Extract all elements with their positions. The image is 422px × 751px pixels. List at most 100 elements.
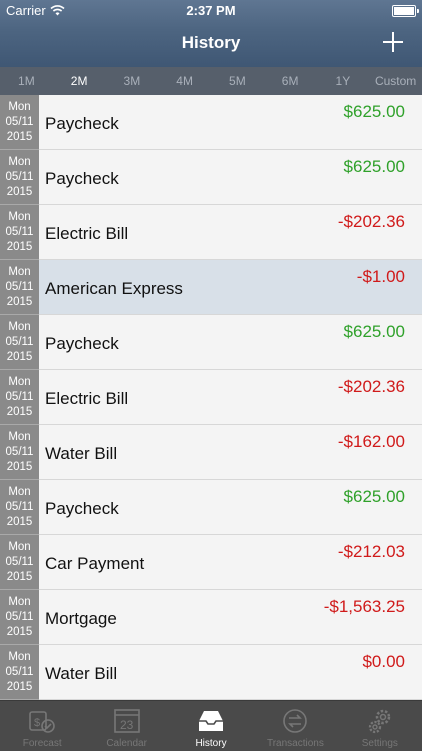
tab-settings[interactable]: Settings	[338, 701, 422, 751]
date-day: Mon	[8, 486, 31, 498]
date-day: Mon	[8, 101, 31, 113]
date-year: 2015	[6, 186, 33, 198]
date-day: Mon	[8, 431, 31, 443]
range-2m[interactable]: 2M	[53, 67, 106, 95]
date-date: 05/11	[5, 336, 34, 348]
transaction-row[interactable]: Mon 05/11 2015 Electric Bill -$202.36	[0, 370, 422, 425]
tab-forecast[interactable]: $ Forecast	[0, 701, 84, 751]
tab-label: Settings	[361, 738, 398, 749]
transaction-amount: -$1.00	[356, 267, 405, 286]
transaction-amount: -$212.03	[337, 542, 405, 561]
date-year: 2015	[6, 571, 33, 583]
date-day: Mon	[8, 266, 31, 278]
transaction-row[interactable]: Mon 05/11 2015 American Express -$1.00	[0, 260, 422, 315]
date-date: 05/11	[5, 556, 34, 568]
transaction-row[interactable]: Mon 05/11 2015 Water Bill -$162.00	[0, 425, 422, 480]
date-badge: Mon 05/11 2015	[0, 150, 39, 205]
date-badge: Mon 05/11 2015	[0, 95, 39, 150]
tab-calendar[interactable]: 23 Calendar	[84, 701, 168, 751]
transaction-amount: $625.00	[343, 157, 405, 176]
date-day: Mon	[8, 651, 31, 663]
range-5m[interactable]: 5M	[211, 67, 264, 95]
date-day: Mon	[8, 541, 31, 553]
transaction-amount: $625.00	[343, 322, 405, 341]
date-day: Mon	[8, 211, 31, 223]
date-badge: Mon 05/11 2015	[0, 645, 39, 700]
page-title: History	[181, 33, 241, 52]
date-day: Mon	[8, 321, 31, 333]
transaction-row[interactable]: Mon 05/11 2015 Water Bill $0.00	[0, 645, 422, 700]
transaction-row[interactable]: Mon 05/11 2015 Car Payment -$212.03	[0, 535, 422, 590]
transaction-row[interactable]: Mon 05/11 2015 Paycheck $625.00	[0, 95, 422, 150]
date-badge: Mon 05/11 2015	[0, 425, 39, 480]
date-date: 05/11	[5, 171, 34, 183]
clock: 2:37 PM	[186, 3, 236, 18]
date-date: 05/11	[5, 666, 34, 678]
date-year: 2015	[6, 296, 33, 308]
transaction-description: Car Payment	[45, 554, 145, 573]
range-1m[interactable]: 1M	[0, 67, 53, 95]
transactions-icon	[280, 707, 310, 735]
transaction-description: Paycheck	[45, 334, 119, 353]
transaction-row[interactable]: Mon 05/11 2015 Paycheck $625.00	[0, 315, 422, 370]
range-custom[interactable]: Custom	[369, 67, 422, 95]
date-year: 2015	[6, 241, 33, 253]
navigation-header: Carrier 2:37 PM History	[0, 0, 422, 67]
tab-transactions[interactable]: Transactions	[253, 701, 337, 751]
tab-label: Calendar	[106, 738, 147, 749]
transaction-description: Water Bill	[45, 664, 118, 683]
date-year: 2015	[6, 626, 33, 638]
date-year: 2015	[6, 131, 33, 143]
date-year: 2015	[6, 461, 33, 473]
svg-text:$: $	[34, 717, 40, 729]
calendar-icon: 23	[112, 707, 142, 735]
transaction-amount: $625.00	[343, 102, 405, 121]
transaction-description: Paycheck	[45, 499, 119, 518]
transaction-description: Paycheck	[45, 169, 119, 188]
transaction-row[interactable]: Mon 05/11 2015 Mortgage -$1,563.25	[0, 590, 422, 645]
settings-icon	[365, 707, 395, 735]
range-1y[interactable]: 1Y	[317, 67, 370, 95]
transaction-description: Mortgage	[45, 609, 117, 628]
transaction-amount: $625.00	[343, 487, 405, 506]
transaction-row[interactable]: Mon 05/11 2015 Paycheck $625.00	[0, 150, 422, 205]
date-date: 05/11	[5, 611, 34, 623]
tab-label: Transactions	[266, 738, 324, 749]
date-date: 05/11	[5, 116, 34, 128]
transaction-row[interactable]: Mon 05/11 2015 Electric Bill -$202.36	[0, 205, 422, 260]
transaction-amount: $0.00	[362, 652, 405, 671]
date-year: 2015	[6, 351, 33, 363]
date-date: 05/11	[5, 501, 34, 513]
inbox-icon	[196, 707, 226, 735]
date-badge: Mon 05/11 2015	[0, 205, 39, 260]
date-date: 05/11	[5, 446, 34, 458]
tab-label: Forecast	[22, 738, 62, 749]
date-day: Mon	[8, 596, 31, 608]
transaction-description: Water Bill	[45, 444, 118, 463]
tab-history[interactable]: History	[169, 701, 253, 751]
transaction-description: Paycheck	[45, 114, 119, 133]
range-4m[interactable]: 4M	[158, 67, 211, 95]
date-badge: Mon 05/11 2015	[0, 480, 39, 535]
date-day: Mon	[8, 156, 31, 168]
transaction-description: Electric Bill	[45, 224, 129, 243]
transaction-description: American Express	[45, 279, 183, 298]
transaction-amount: -$1,563.25	[323, 597, 405, 616]
range-3m[interactable]: 3M	[106, 67, 159, 95]
svg-text:23: 23	[120, 718, 134, 732]
date-year: 2015	[6, 406, 33, 418]
tab-label: History	[195, 738, 227, 749]
battery-icon	[392, 5, 419, 17]
history-list: Mon 05/11 2015 Paycheck $625.00 Mon 05/11 2015 P…	[0, 95, 422, 700]
transaction-amount: -$202.36	[337, 212, 405, 231]
date-badge: Mon 05/11 2015	[0, 535, 39, 590]
add-transaction-button[interactable]	[382, 31, 404, 53]
date-date: 05/11	[5, 281, 34, 293]
transaction-row[interactable]: Mon 05/11 2015 Paycheck $625.00	[0, 480, 422, 535]
date-date: 05/11	[5, 226, 34, 238]
status-bar: Carrier 2:37 PM	[0, 0, 422, 22]
transaction-description: Electric Bill	[45, 389, 129, 408]
range-6m[interactable]: 6M	[264, 67, 317, 95]
date-badge: Mon 05/11 2015	[0, 260, 39, 315]
range-selector: 1M 2M 3M 4M 5M 6M 1Y Custom	[0, 67, 422, 95]
